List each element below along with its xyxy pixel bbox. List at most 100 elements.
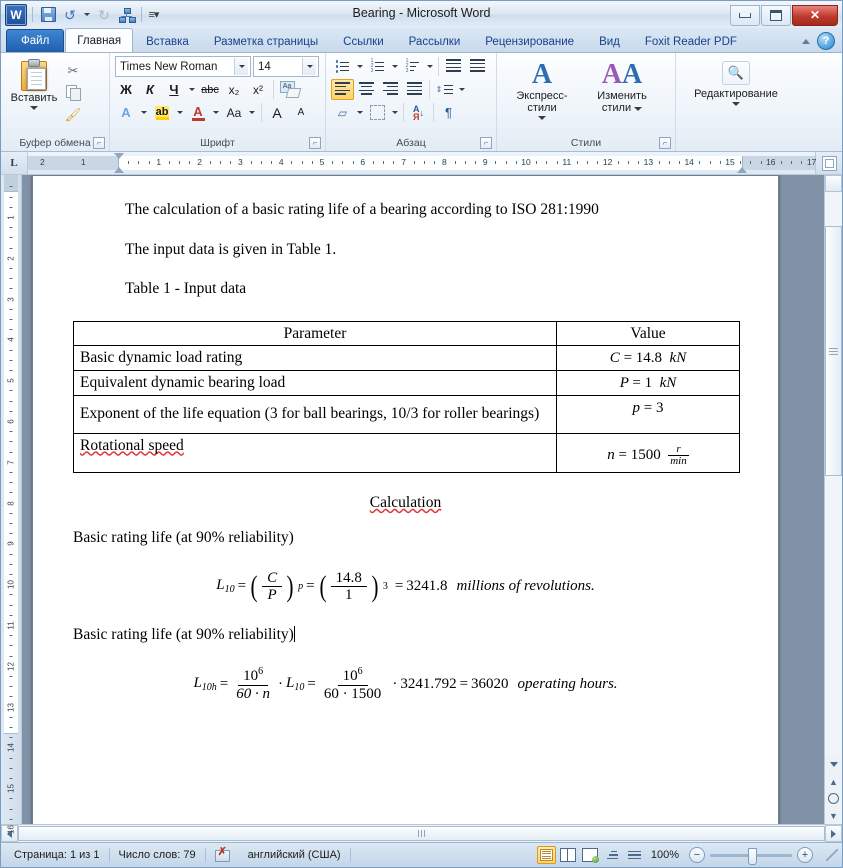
highlight-button[interactable]: ab xyxy=(151,102,173,123)
paragraph-dialog-launcher[interactable]: ⌐ xyxy=(480,137,492,149)
scroll-down-button[interactable] xyxy=(825,756,842,773)
scroll-right-button[interactable] xyxy=(825,825,842,842)
bullets-dropdown-icon[interactable] xyxy=(355,56,365,77)
tab-stop-selector[interactable]: L xyxy=(1,152,28,174)
tab-review[interactable]: Рецензирование xyxy=(473,30,586,52)
redo-icon[interactable]: ↻ xyxy=(94,5,114,25)
right-indent-marker[interactable] xyxy=(737,167,747,173)
zoom-track[interactable] xyxy=(710,847,792,865)
clipboard-dialog-launcher[interactable]: ⌐ xyxy=(93,137,105,149)
font-color-dropdown-icon[interactable] xyxy=(211,102,221,123)
vertical-scrollbar[interactable]: ▲ ▼ xyxy=(824,175,842,824)
text-effects-dropdown-icon[interactable] xyxy=(139,102,149,123)
styles-dialog-launcher[interactable]: ⌐ xyxy=(659,137,671,149)
customize-qat-icon[interactable]: ≡▾ xyxy=(147,5,160,25)
quick-styles-dropdown-icon[interactable] xyxy=(538,116,546,120)
font-size-combo[interactable]: 14 xyxy=(253,56,319,77)
hierarchy-icon[interactable] xyxy=(116,5,136,25)
draft-view-button[interactable] xyxy=(625,846,644,864)
print-layout-view-button[interactable] xyxy=(536,846,556,864)
horizontal-scrollbar[interactable] xyxy=(1,824,842,842)
numbering-dropdown-icon[interactable] xyxy=(390,56,400,77)
close-button[interactable]: ✕ xyxy=(792,4,838,26)
zoom-out-button[interactable]: − xyxy=(689,847,705,863)
decrease-indent-button[interactable] xyxy=(442,56,465,77)
vertical-ruler[interactable]: 1 2 3 4 5 6 7 8 9 10 11 12 13 14 15 16 xyxy=(1,175,22,834)
change-case-button[interactable]: Aa xyxy=(223,102,245,123)
change-styles-dropdown-icon[interactable] xyxy=(634,107,643,111)
minimize-ribbon-icon[interactable] xyxy=(802,38,810,44)
change-case-dropdown-icon[interactable] xyxy=(247,102,257,123)
line-spacing-dropdown-icon[interactable] xyxy=(457,79,467,100)
tab-foxit-reader-pdf[interactable]: Foxit Reader PDF xyxy=(633,30,749,52)
tab-file[interactable]: Файл xyxy=(6,29,65,52)
change-styles-button[interactable]: AA Изменить стили xyxy=(582,56,662,115)
tab-view[interactable]: Вид xyxy=(587,30,632,52)
first-line-indent-marker[interactable] xyxy=(114,153,124,159)
font-color-button[interactable]: A xyxy=(187,102,209,123)
minimize-button[interactable] xyxy=(730,4,760,26)
tab-insert[interactable]: Вставка xyxy=(134,30,201,52)
paste-button[interactable]: Вставить xyxy=(6,56,62,110)
tab-home[interactable]: Главная xyxy=(65,28,134,52)
document-body[interactable]: The calculation of a basic rating life o… xyxy=(33,176,778,702)
shrink-font-button[interactable]: A xyxy=(290,102,312,123)
tab-mailings[interactable]: Рассылки xyxy=(397,30,473,52)
shading-button[interactable]: ▱ xyxy=(331,102,354,123)
numbering-button[interactable]: 123 xyxy=(366,56,389,77)
vertical-scroll-thumb[interactable] xyxy=(825,226,842,476)
scroll-up-button[interactable] xyxy=(825,175,842,192)
full-screen-reading-view-button[interactable] xyxy=(559,846,578,864)
input-data-table[interactable]: Parameter Value Basic dynamic load ratin… xyxy=(73,320,740,473)
zoom-handle[interactable] xyxy=(748,847,757,865)
subscript-button[interactable]: x₂ xyxy=(223,79,245,100)
tab-page-layout[interactable]: Разметка страницы xyxy=(202,30,330,52)
horizontal-scroll-thumb[interactable] xyxy=(18,826,825,841)
font-name-combo[interactable]: Times New Roman xyxy=(115,56,251,77)
borders-button[interactable] xyxy=(366,102,389,123)
save-icon[interactable] xyxy=(38,5,58,25)
word-logo-icon[interactable]: W xyxy=(5,3,27,26)
font-dialog-launcher[interactable]: ⌐ xyxy=(309,137,321,149)
zoom-in-button[interactable]: + xyxy=(797,847,813,863)
underline-button[interactable]: Ч xyxy=(163,79,185,100)
justify-button[interactable] xyxy=(403,79,426,100)
word-count[interactable]: Число слов: 79 xyxy=(110,846,205,864)
undo-dropdown-icon[interactable] xyxy=(82,5,92,25)
web-layout-view-button[interactable] xyxy=(581,846,600,864)
chevron-down-icon[interactable] xyxy=(302,58,316,75)
undo-icon[interactable]: ↺ xyxy=(60,5,80,25)
zoom-level[interactable]: 100% xyxy=(651,849,679,861)
multilevel-list-button[interactable]: 123 xyxy=(401,56,424,77)
document-scroll-area[interactable]: The calculation of a basic rating life o… xyxy=(22,175,824,824)
horizontal-ruler[interactable]: 2 1 1 2 3 4 5 6 7 8 9 10 11 12 13 14 15 16 17 xyxy=(28,153,816,173)
grow-font-button[interactable]: A xyxy=(266,102,288,123)
outline-view-button[interactable] xyxy=(603,846,622,864)
restore-button[interactable] xyxy=(761,4,791,26)
chevron-down-icon[interactable] xyxy=(234,58,248,75)
quick-styles-button[interactable]: A Экспресс-стили xyxy=(502,56,582,120)
page-indicator[interactable]: Страница: 1 из 1 xyxy=(5,846,109,864)
left-indent-marker[interactable] xyxy=(114,167,124,173)
sort-button[interactable]: A Я ↓ xyxy=(407,102,430,123)
vertical-scroll-track[interactable] xyxy=(825,192,842,756)
multilevel-dropdown-icon[interactable] xyxy=(425,56,435,77)
line-spacing-button[interactable]: ⇕ xyxy=(433,79,456,100)
show-formatting-marks-button[interactable]: ¶ xyxy=(437,102,460,123)
zoom-slider[interactable]: − + xyxy=(689,847,819,865)
tab-references[interactable]: Ссылки xyxy=(331,30,396,52)
bold-button[interactable]: Ж xyxy=(115,79,137,100)
text-effects-button[interactable]: A xyxy=(115,102,137,123)
editing-dropdown-icon[interactable] xyxy=(732,102,740,106)
paste-dropdown-icon[interactable] xyxy=(30,106,38,110)
help-icon[interactable]: ? xyxy=(817,32,835,50)
language-indicator[interactable]: английский (США) xyxy=(239,846,350,864)
strikethrough-button[interactable]: abc xyxy=(199,79,221,100)
increase-indent-button[interactable] xyxy=(466,56,489,77)
copy-button[interactable] xyxy=(62,82,84,103)
previous-page-button[interactable]: ▲ xyxy=(825,773,842,790)
document-page[interactable]: The calculation of a basic rating life o… xyxy=(32,175,779,824)
editing-button[interactable]: 🔍 Редактирование xyxy=(681,56,791,106)
align-right-button[interactable] xyxy=(379,79,402,100)
cut-button[interactable]: ✂ xyxy=(62,60,84,81)
